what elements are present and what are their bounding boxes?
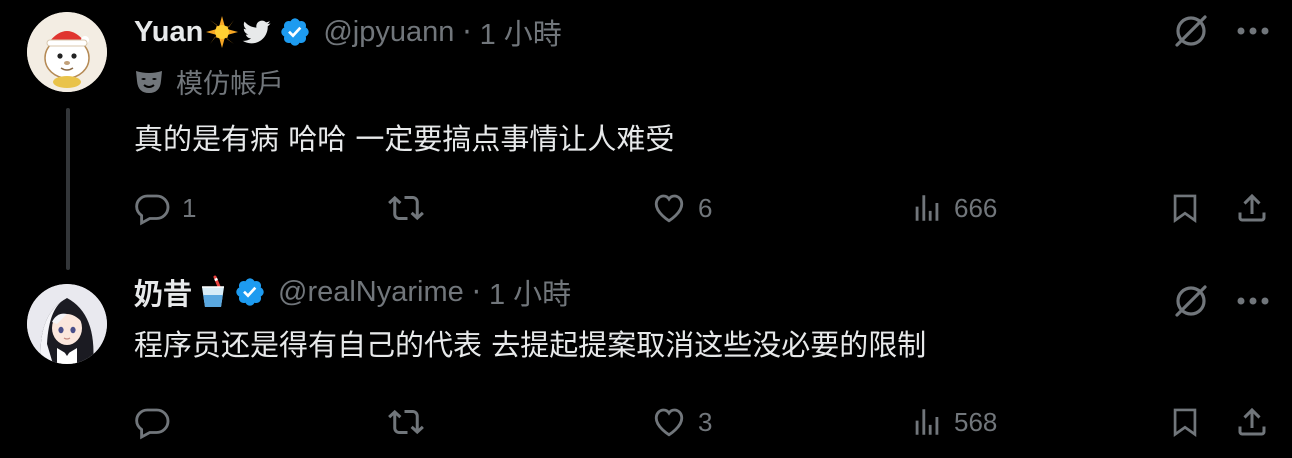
bird-emoji xyxy=(241,18,273,46)
post-top-actions xyxy=(1172,12,1270,50)
post-1[interactable]: Yuan @jpyuann · 1 小時 模仿帳戶 真的是有病 哈哈 一定要搞点… xyxy=(0,0,1292,270)
reply-icon xyxy=(134,190,172,226)
mask-icon xyxy=(134,69,164,95)
display-name[interactable]: 奶昔 xyxy=(134,271,192,313)
share-icon xyxy=(1234,403,1270,441)
user-handle[interactable]: @realNyarime xyxy=(278,276,464,309)
share-icon xyxy=(1234,189,1270,227)
more-options-icon[interactable] xyxy=(1236,296,1270,306)
heart-icon xyxy=(650,404,688,440)
drink-emoji xyxy=(198,275,228,309)
post-text: 程序员还是得有自己的代表 去提起提案取消这些没必要的限制 xyxy=(134,328,927,362)
bookmark-button[interactable] xyxy=(1168,188,1202,228)
parody-label-text: 模仿帳戶 xyxy=(176,69,284,100)
sun-emoji xyxy=(205,15,239,49)
verified-badge-icon[interactable] xyxy=(279,16,311,48)
repost-icon xyxy=(386,404,426,440)
heart-icon xyxy=(650,190,688,226)
share-button[interactable] xyxy=(1234,188,1270,228)
separator-dot: · xyxy=(462,15,472,49)
like-button[interactable]: 3 xyxy=(650,402,712,442)
reply-icon xyxy=(134,404,172,440)
thread-line xyxy=(66,108,70,270)
separator-dot: · xyxy=(471,275,481,309)
grok-icon[interactable] xyxy=(1172,12,1210,50)
like-count: 6 xyxy=(698,192,713,223)
post-text: 真的是有病 哈哈 一定要搞点事情让人难受 xyxy=(134,122,675,156)
post-header: 奶昔 @realNyarime · 1 小時 xyxy=(134,272,571,312)
action-bar: 3 568 xyxy=(134,402,1274,442)
timestamp[interactable]: 1 小時 xyxy=(489,271,571,313)
bookmark-button[interactable] xyxy=(1168,402,1202,442)
post-top-actions xyxy=(1172,282,1270,320)
timestamp[interactable]: 1 小時 xyxy=(480,11,562,53)
views-icon xyxy=(910,405,944,439)
reply-button[interactable] xyxy=(134,402,182,442)
more-options-icon[interactable] xyxy=(1236,26,1270,36)
bookmark-icon xyxy=(1168,403,1202,441)
reply-count: 1 xyxy=(182,192,197,223)
avatar[interactable] xyxy=(27,284,107,364)
post-header: Yuan @jpyuann · 1 小時 xyxy=(134,12,562,52)
avatar[interactable] xyxy=(27,12,107,92)
share-button[interactable] xyxy=(1234,402,1270,442)
repost-button[interactable] xyxy=(386,188,436,228)
reply-button[interactable]: 1 xyxy=(134,188,196,228)
user-handle[interactable]: @jpyuann xyxy=(323,16,454,49)
views-button[interactable]: 666 xyxy=(910,188,997,228)
bookmark-icon xyxy=(1168,189,1202,227)
display-name[interactable]: Yuan xyxy=(134,16,203,49)
action-bar: 1 6 666 xyxy=(134,188,1274,228)
verified-badge-icon[interactable] xyxy=(234,276,266,308)
grok-icon[interactable] xyxy=(1172,282,1210,320)
view-count: 666 xyxy=(954,192,998,223)
repost-icon xyxy=(386,190,426,226)
like-button[interactable]: 6 xyxy=(650,188,712,228)
views-button[interactable]: 568 xyxy=(910,402,997,442)
views-icon xyxy=(910,191,944,225)
post-2[interactable]: 奶昔 @realNyarime · 1 小時 程序员还是得有自己的代表 去提起提… xyxy=(0,270,1292,458)
parody-label: 模仿帳戶 xyxy=(134,62,284,101)
view-count: 568 xyxy=(954,406,998,437)
repost-button[interactable] xyxy=(386,402,436,442)
like-count: 3 xyxy=(698,406,713,437)
